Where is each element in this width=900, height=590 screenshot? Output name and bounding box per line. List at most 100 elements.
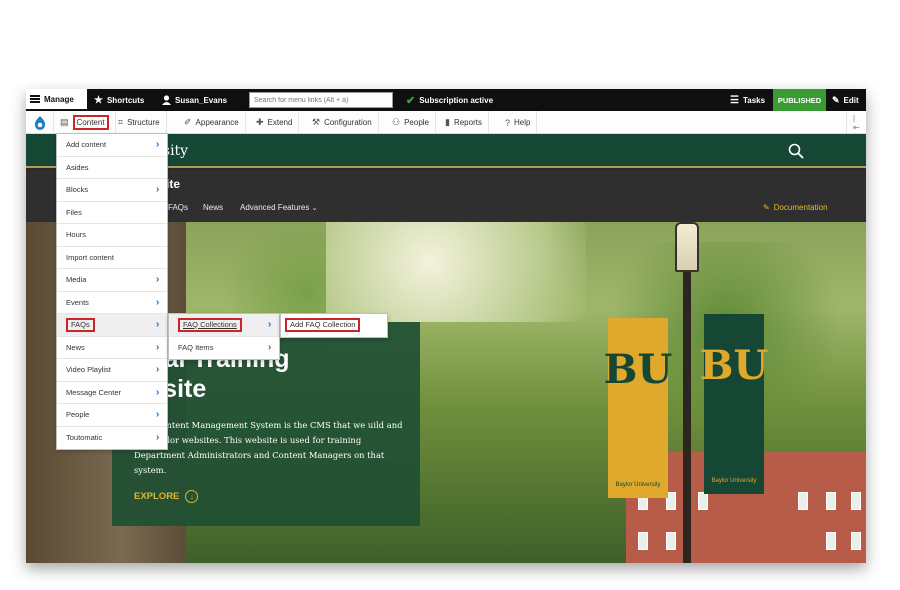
menu-item-add-faq-collection[interactable]: Add FAQ Collection (281, 314, 387, 337)
faqs-submenu: FAQ Collections › FAQ Items › (168, 313, 280, 360)
edit-label: Edit (843, 95, 859, 105)
chevron-right-icon: › (156, 386, 160, 398)
baylor-banner-green: BU Baylor University (700, 314, 768, 494)
baylor-banner-gold: BU Baylor University (604, 318, 672, 498)
tasks-tab[interactable]: ☰ Tasks (730, 89, 765, 111)
explore-label: EXPLORE (134, 491, 180, 502)
menu-item-files[interactable]: Files (57, 202, 167, 224)
menu-item-blocks[interactable]: Blocks › (57, 179, 167, 202)
menu-item-people[interactable]: People › (57, 404, 167, 427)
menu-item-add-content[interactable]: Add content › (57, 134, 167, 157)
star-icon: ★ (94, 94, 103, 106)
menu-item-faq-collections[interactable]: FAQ Collections › (169, 314, 279, 337)
browser-viewport: Manage ★ Shortcuts Susan_Evans ✔ Subscri… (26, 89, 866, 563)
site-title[interactable]: ite (166, 177, 180, 191)
check-icon: ✔ (406, 94, 416, 107)
manage-tab[interactable]: Manage (26, 89, 87, 111)
tab-people[interactable]: ⚇ People (386, 111, 436, 134)
puzzle-icon: ✚ (256, 117, 264, 127)
advanced-features-label: Advanced Features (240, 203, 310, 212)
menu-item-import-content[interactable]: Import content (57, 247, 167, 269)
chevron-right-icon: › (156, 139, 160, 150)
extend-label: Extend (267, 118, 293, 127)
menu-item-label: Message Center (66, 387, 122, 397)
shortcuts-tab[interactable]: ★ Shortcuts (94, 89, 144, 111)
chevron-right-icon: › (268, 341, 272, 353)
tab-content[interactable]: ▤ Content (54, 111, 116, 134)
reports-label: Reports (453, 118, 482, 127)
menu-search-input[interactable] (249, 92, 393, 108)
drupal-drop-icon (34, 115, 45, 130)
chevron-right-icon: › (156, 409, 160, 420)
chevron-right-icon: › (156, 431, 160, 443)
search-icon[interactable] (788, 143, 804, 159)
configuration-label: Configuration (324, 118, 372, 127)
wrench-icon: ⚒ (312, 117, 321, 127)
admin-menu-bar: ▤ Content ⌗ Structure ✐ Appearance ✚ Ext… (26, 111, 866, 134)
chevron-right-icon: › (268, 319, 272, 330)
menu-item-label: Video Playlist (66, 365, 111, 375)
menu-item-label: Hours (66, 230, 87, 240)
tasks-label: Tasks (742, 95, 766, 105)
document-icon: ▤ (60, 117, 69, 127)
menu-item-label: Add content (66, 140, 107, 150)
hero-paragraph: upal Content Management System is the CM… (134, 420, 403, 475)
tasks-icon: ☰ (730, 94, 739, 106)
menu-item-label: Asides (66, 162, 89, 172)
chevron-right-icon: › (156, 296, 160, 308)
user-label: Susan_Evans (175, 95, 228, 105)
menu-item-faq-items[interactable]: FAQ Items › (169, 337, 279, 360)
published-badge[interactable]: PUBLISHED (773, 89, 826, 111)
edit-tab[interactable]: ✎ Edit (832, 89, 859, 111)
chevron-right-icon: › (156, 184, 160, 195)
menu-item-faqs[interactable]: FAQs › (57, 314, 167, 337)
hamburger-icon (30, 95, 40, 103)
menu-item-label: People (66, 410, 90, 420)
subscription-label: Subscription active (419, 95, 494, 105)
menu-item-message-center[interactable]: Message Center › (57, 382, 167, 404)
chevron-down-icon: ⌄ (311, 205, 318, 212)
manage-label: Manage (44, 94, 74, 104)
menu-item-news[interactable]: News › (57, 337, 167, 359)
tab-reports[interactable]: ▮ Reports (439, 111, 489, 134)
menu-item-label: Files (66, 207, 82, 217)
nav-advanced-features[interactable]: Advanced Features ⌄ (240, 203, 317, 212)
banner-label: Baylor University (711, 478, 757, 484)
tab-configuration[interactable]: ⚒ Configuration (306, 111, 379, 134)
menu-item-media[interactable]: Media › (57, 269, 167, 292)
tab-extend[interactable]: ✚ Extend (250, 111, 300, 134)
chevron-right-icon: › (156, 364, 160, 375)
menu-item-hours[interactable]: Hours (57, 224, 167, 247)
menu-item-label: Events (66, 297, 89, 307)
chevron-right-icon: › (156, 341, 160, 353)
tab-structure[interactable]: ⌗ Structure (112, 111, 167, 134)
chevron-right-icon: › (156, 319, 160, 330)
menu-item-label: News (66, 342, 85, 352)
documentation-link[interactable]: ✎ Documentation (763, 203, 828, 212)
menu-item-label: FAQs (66, 317, 95, 332)
subscription-status[interactable]: ✔ Subscription active (406, 89, 493, 111)
toolbar-orientation-toggle[interactable]: |⇤ (846, 111, 866, 134)
menu-item-toutomatic[interactable]: Toutomatic › (57, 427, 167, 450)
menu-item-label: Media (66, 275, 87, 285)
people-icon: ⚇ (392, 117, 401, 127)
menu-item-asides[interactable]: Asides (57, 157, 167, 179)
user-tab[interactable]: Susan_Evans (162, 89, 227, 111)
content-label: Content (72, 115, 109, 130)
shortcuts-label: Shortcuts (106, 95, 145, 105)
people-label: People (404, 118, 429, 127)
faq-collections-submenu: Add FAQ Collection (280, 313, 388, 338)
nav-news[interactable]: News (203, 203, 223, 212)
help-label: Help (514, 118, 531, 127)
drupal-home[interactable] (26, 111, 54, 134)
brush-icon: ✐ (184, 117, 192, 127)
nav-faqs[interactable]: FAQs (168, 203, 188, 212)
tab-appearance[interactable]: ✐ Appearance (178, 111, 246, 134)
bar-chart-icon: ▮ (445, 117, 450, 127)
menu-item-video-playlist[interactable]: Video Playlist › (57, 359, 167, 382)
banner-label: Baylor University (615, 482, 661, 488)
menu-item-events[interactable]: Events › (57, 292, 167, 314)
explore-link[interactable]: EXPLORE ↓ (134, 490, 199, 503)
tab-help[interactable]: ? Help (499, 111, 538, 134)
menu-item-label: Toutomatic (66, 433, 103, 443)
